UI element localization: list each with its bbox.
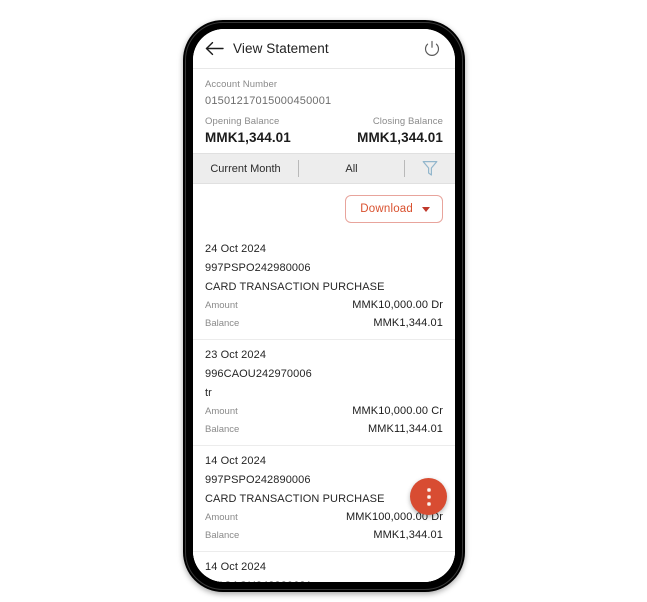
amount-value: MMK10,000.00 Dr — [352, 299, 443, 311]
transaction-amount-row: Amount MMK100,000.00 Dr — [205, 511, 443, 523]
back-button[interactable] — [201, 36, 227, 62]
balance-row: Opening Balance MMK1,344.01 Closing Bala… — [205, 116, 443, 145]
balance-value: MMK11,344.01 — [368, 423, 443, 435]
transaction-balance-row: Balance MMK1,344.01 — [205, 529, 443, 541]
transaction-list: 24 Oct 2024 997PSPO242980006 CARD TRANSA… — [193, 234, 455, 582]
transaction-balance-row: Balance MMK11,344.01 — [205, 423, 443, 435]
balance-label: Balance — [205, 424, 240, 435]
tab-all[interactable]: All — [299, 163, 404, 175]
balance-value: MMK1,344.01 — [373, 529, 443, 541]
amount-label: Amount — [205, 512, 238, 523]
amount-value: MMK10,000.00 Cr — [352, 405, 443, 417]
funnel-filter-icon — [422, 161, 438, 176]
transaction-description: CARD TRANSACTION PURCHASE — [205, 493, 385, 505]
more-options-vertical-icon — [426, 501, 431, 506]
transaction-reference: 996CAOU242880681 — [205, 580, 443, 582]
transaction-date: 14 Oct 2024 — [205, 561, 267, 573]
app-header: View Statement — [193, 29, 455, 69]
transaction-reference: 997PSPO242890006 — [205, 474, 311, 486]
transaction-date: 14 Oct 2024 — [205, 455, 267, 467]
opening-balance-value: MMK1,344.01 — [205, 130, 291, 145]
phone-screen: View Statement Account Number 0150121701… — [193, 29, 455, 582]
balance-label: Balance — [205, 318, 240, 329]
more-options-fab[interactable] — [410, 478, 447, 515]
opening-balance-group: Opening Balance MMK1,344.01 — [205, 116, 291, 145]
download-button[interactable]: Download — [345, 195, 443, 223]
filter-button[interactable] — [405, 160, 455, 177]
download-button-label: Download — [360, 203, 413, 215]
transaction-row[interactable]: 14 Oct 2024 996CAOU242880681 — [193, 552, 455, 582]
account-summary-panel: Account Number 01501217015000450001 Open… — [193, 69, 455, 153]
phone-device-frame: View Statement Account Number 0150121701… — [183, 20, 465, 592]
more-options-vertical-icon — [426, 494, 431, 499]
page-title: View Statement — [233, 41, 329, 56]
tab-current-month[interactable]: Current Month — [193, 163, 298, 175]
download-row: Download — [193, 184, 455, 234]
closing-balance-group: Closing Balance MMK1,344.01 — [357, 116, 443, 145]
screenshot-canvas: View Statement Account Number 0150121701… — [0, 0, 647, 602]
transaction-reference: 996CAOU242970006 — [205, 368, 312, 380]
power-icon — [424, 40, 440, 56]
amount-label: Amount — [205, 406, 238, 417]
more-options-vertical-icon — [426, 487, 431, 492]
transaction-amount-row: Amount MMK10,000.00 Cr — [205, 405, 443, 417]
transaction-date: 24 Oct 2024 — [205, 243, 267, 255]
opening-balance-label: Opening Balance — [205, 116, 280, 127]
account-number-label: Account Number — [205, 79, 278, 90]
closing-balance-value: MMK1,344.01 — [357, 130, 443, 145]
balance-label: Balance — [205, 530, 240, 541]
account-number-value: 01501217015000450001 — [205, 95, 332, 107]
transaction-reference: 997PSPO242980006 — [205, 262, 311, 274]
transaction-date: 23 Oct 2024 — [205, 349, 267, 361]
transaction-row[interactable]: 24 Oct 2024 997PSPO242980006 CARD TRANSA… — [193, 234, 455, 340]
transaction-row[interactable]: 23 Oct 2024 996CAOU242970006 tr Amount M… — [193, 340, 455, 446]
chevron-down-icon — [422, 206, 430, 212]
back-arrow-icon — [205, 41, 224, 56]
transaction-amount-row: Amount MMK10,000.00 Dr — [205, 299, 443, 311]
filter-tabbar: Current Month All — [193, 153, 455, 184]
balance-value: MMK1,344.01 — [373, 317, 443, 329]
amount-label: Amount — [205, 300, 238, 311]
transaction-description: CARD TRANSACTION PURCHASE — [205, 281, 385, 293]
power-logout-button[interactable] — [421, 38, 443, 60]
transaction-balance-row: Balance MMK1,344.01 — [205, 317, 443, 329]
closing-balance-label: Closing Balance — [372, 116, 443, 127]
transaction-description: tr — [205, 387, 212, 399]
